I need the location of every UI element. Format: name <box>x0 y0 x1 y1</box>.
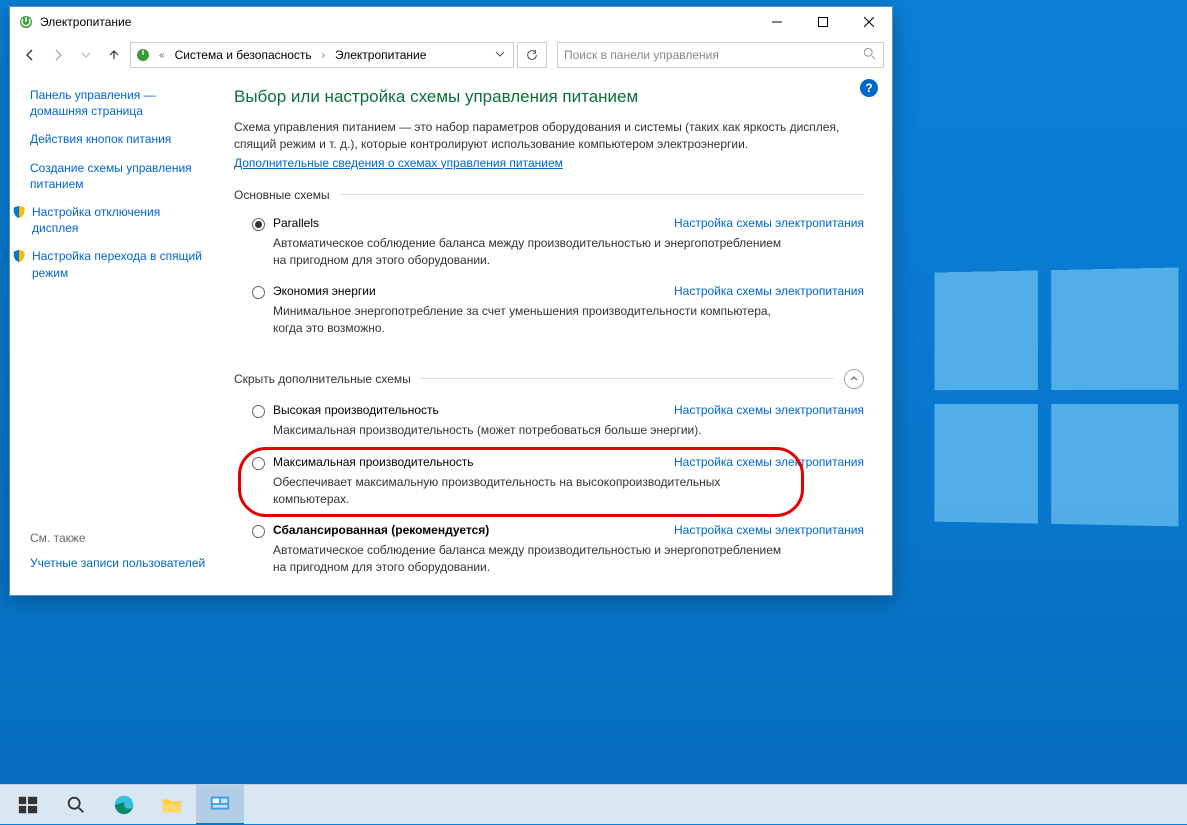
see-also-label: См. также <box>30 531 208 545</box>
plan-description: Максимальная производительность (может п… <box>273 422 793 439</box>
plan-ultimate-performance: Максимальная производительность Настройк… <box>234 453 864 522</box>
desktop-windows-logo <box>934 267 1184 532</box>
section-title: Основные схемы <box>234 188 330 202</box>
back-button[interactable] <box>18 43 42 67</box>
create-power-plan-link[interactable]: Создание схемы управления питанием <box>30 160 208 192</box>
change-plan-settings-link[interactable]: Настройка схемы электропитания <box>674 523 864 537</box>
maximize-button[interactable] <box>800 7 846 37</box>
plan-name[interactable]: Высокая производительность <box>273 403 439 417</box>
page-description: Схема управления питанием — это набор па… <box>234 119 864 154</box>
change-plan-settings-link[interactable]: Настройка схемы электропитания <box>674 216 864 230</box>
learn-more-link[interactable]: Дополнительные сведения о схемах управле… <box>234 156 563 170</box>
search-input[interactable] <box>564 48 863 62</box>
breadcrumb-power-options[interactable]: Электропитание <box>331 46 430 64</box>
user-accounts-link[interactable]: Учетные записи пользователей <box>30 555 208 571</box>
navbar: « Система и безопасность › Электропитани… <box>10 37 892 73</box>
plan-name[interactable]: Parallels <box>273 216 319 230</box>
file-explorer-button[interactable] <box>148 785 196 825</box>
collapse-button[interactable] <box>844 369 864 389</box>
plan-description: Минимальное энергопотребление за счет ум… <box>273 303 793 337</box>
search-button[interactable] <box>52 785 100 825</box>
search-icon[interactable] <box>863 47 877 64</box>
breadcrumb-prev-icon[interactable]: « <box>155 50 169 61</box>
shield-icon <box>12 205 26 219</box>
refresh-button[interactable] <box>517 42 547 68</box>
section-title: Скрыть дополнительные схемы <box>234 372 411 386</box>
plan-high-performance: Высокая производительность Настройка схе… <box>234 401 864 453</box>
sleep-settings-link[interactable]: Настройка перехода в спящий режим <box>32 248 208 280</box>
plan-radio[interactable] <box>252 218 265 231</box>
breadcrumb-dropdown[interactable] <box>487 48 513 62</box>
plan-name[interactable]: Максимальная производительность <box>273 455 474 469</box>
change-plan-settings-link[interactable]: Настройка схемы электропитания <box>674 403 864 417</box>
content-area: ? Выбор или настройка схемы управления п… <box>220 73 892 595</box>
breadcrumb[interactable]: « Система и безопасность › Электропитани… <box>130 42 514 68</box>
recent-dropdown[interactable] <box>74 43 98 67</box>
chevron-right-icon: › <box>318 50 329 61</box>
minimize-button[interactable] <box>754 7 800 37</box>
up-button[interactable] <box>102 43 126 67</box>
edge-browser-button[interactable] <box>100 785 148 825</box>
plan-description: Обеспечивает максимальную производительн… <box>273 474 793 508</box>
plan-power-saver: Экономия энергии Настройка схемы электро… <box>234 282 864 351</box>
power-options-icon <box>135 47 151 63</box>
titlebar: Электропитание <box>10 7 892 37</box>
plan-balanced: Сбалансированная (рекомендуется) Настрой… <box>234 521 864 590</box>
change-plan-settings-link[interactable]: Настройка схемы электропитания <box>674 455 864 469</box>
page-heading: Выбор или настройка схемы управления пит… <box>234 87 864 107</box>
power-options-icon <box>18 14 34 30</box>
sidebar: Панель управления — домашняя страница Де… <box>10 73 220 595</box>
preferred-plans-header: Основные схемы <box>234 188 864 202</box>
plan-description: Автоматическое соблюдение баланса между … <box>273 235 793 269</box>
search-box[interactable] <box>557 42 884 68</box>
help-icon[interactable]: ? <box>860 79 878 97</box>
plan-radio[interactable] <box>252 405 265 418</box>
control-panel-window: Электропитание « Система и безопасность … <box>9 6 893 596</box>
change-plan-settings-link[interactable]: Настройка схемы электропитания <box>674 284 864 298</box>
close-button[interactable] <box>846 7 892 37</box>
plan-name[interactable]: Экономия энергии <box>273 284 376 298</box>
window-title: Электропитание <box>40 15 754 29</box>
forward-button[interactable] <box>46 43 70 67</box>
power-button-actions-link[interactable]: Действия кнопок питания <box>30 131 208 147</box>
start-button[interactable] <box>4 785 52 825</box>
additional-plans-header[interactable]: Скрыть дополнительные схемы <box>234 369 864 389</box>
control-panel-taskbar-button[interactable] <box>196 785 244 825</box>
display-off-settings-link[interactable]: Настройка отключения дисплея <box>32 204 208 236</box>
control-panel-home-link[interactable]: Панель управления — домашняя страница <box>30 87 208 119</box>
breadcrumb-system-security[interactable]: Система и безопасность <box>171 46 316 64</box>
plan-description: Автоматическое соблюдение баланса между … <box>273 542 793 576</box>
taskbar[interactable] <box>0 784 1187 824</box>
plan-radio[interactable] <box>252 286 265 299</box>
plan-parallels: Parallels Настройка схемы электропитания… <box>234 214 864 283</box>
plan-name[interactable]: Сбалансированная (рекомендуется) <box>273 523 489 537</box>
plan-radio[interactable] <box>252 457 265 470</box>
shield-icon <box>12 249 26 263</box>
plan-radio[interactable] <box>252 525 265 538</box>
